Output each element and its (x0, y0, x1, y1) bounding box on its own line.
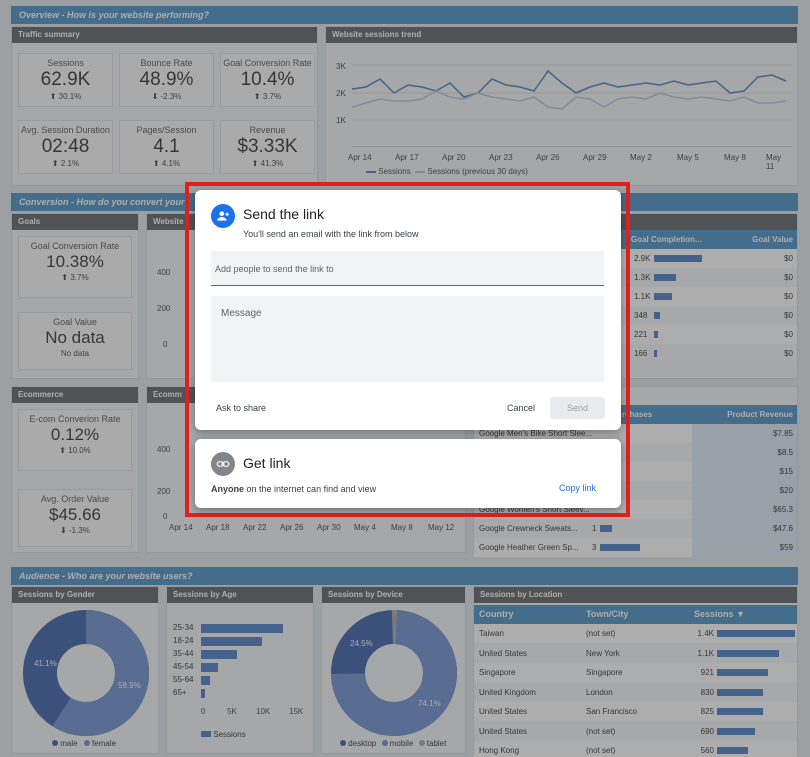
ask-to-share-button[interactable]: Ask to share (216, 403, 266, 413)
link-access-text: Anyone on the internet can find and view (211, 484, 376, 494)
copy-link-button[interactable]: Copy link (559, 483, 596, 493)
send-link-title: Send the link (243, 206, 324, 222)
add-person-icon (211, 204, 235, 228)
get-link-title: Get link (243, 455, 291, 471)
access-rest: on the internet can find and view (244, 484, 377, 494)
add-people-input[interactable]: Add people to send the link to (211, 251, 604, 286)
get-link-dialog: Get link Anyone on the internet can find… (195, 439, 621, 508)
link-icon (211, 452, 235, 476)
send-link-dialog: Send the link You'll send an email with … (195, 190, 621, 430)
send-link-subtitle: You'll send an email with the link from … (243, 229, 419, 239)
cancel-button[interactable]: Cancel (507, 403, 535, 413)
access-who: Anyone (211, 484, 245, 494)
message-textarea[interactable]: Message (211, 296, 604, 382)
send-button[interactable]: Send (550, 397, 605, 419)
